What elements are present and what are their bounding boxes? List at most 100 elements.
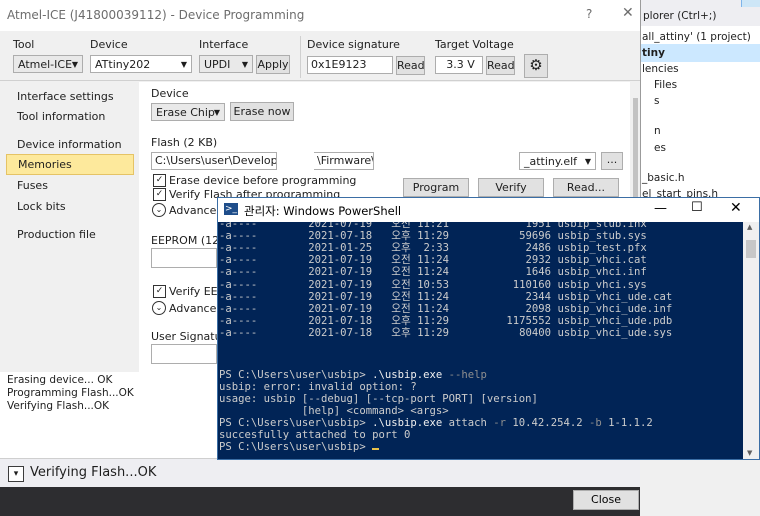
flash-path-field[interactable]: C:\Users\user\Develop\ [151,152,277,170]
command-ip: 10.42.254.2 [512,417,583,429]
entry-size: 59696 [455,230,558,243]
file-node[interactable]: _basic.h [642,172,685,184]
entry-size: 2486 [455,242,558,255]
tool-label: Tool [13,38,35,51]
entry-date: 2021-01-25 [308,242,392,255]
prompt: PS C:\Users\user\usbip> [219,417,373,429]
erase-mode-select[interactable]: Erase Chip ▼ [151,103,225,121]
powershell-window: >_ 관리자: Windows PowerShell — ☐ ✕ -a---- … [217,197,760,460]
minimize-icon[interactable]: — [654,201,667,216]
flash-path-field-mid[interactable]: \Firmware\ [314,152,374,170]
console-line: PS C:\Users\user\usbip> .\usbip.exe --he… [219,369,487,381]
gear-icon[interactable]: ⚙ [524,54,548,78]
command-exe: .\usbip.exe [372,417,443,429]
entry-mode: -a---- [219,278,309,291]
entry-mode: -a---- [219,230,309,243]
entry-size: 1646 [455,266,558,279]
tree-node[interactable]: n [654,125,661,137]
chevron-down-icon: ▼ [71,60,78,69]
files-node[interactable]: Files [654,79,677,91]
directory-entry: -a---- 2021-07-19 오전 11:24 1646 usbip_vh… [219,266,647,278]
device-signature-field[interactable]: 0x1E9123 [307,56,393,74]
verify-after-checkbox[interactable]: ✓ [153,188,166,201]
advanced-label[interactable]: Advanced [169,302,223,315]
console-scrollbar-thumb[interactable] [746,240,756,258]
device-group-label: Device [151,87,189,100]
status-bar: ▾ Verifying Flash...OK [0,458,640,489]
browse-button[interactable]: ... [601,152,623,170]
maximize-icon[interactable]: ☐ [691,200,703,215]
read-button[interactable]: Read... [553,178,619,197]
command-param: -b [582,417,609,429]
chevron-down-icon: ▼ [213,108,220,117]
sidebar-item-fuses[interactable]: Fuses [17,179,48,192]
command-param: -r [486,417,513,429]
close-icon[interactable]: ✕ [730,200,742,216]
advanced-label[interactable]: Advanced [169,204,223,217]
entry-mode: -a---- [219,302,309,315]
dialog-titlebar: Atmel-ICE (J41800039112) - Device Progra… [0,0,640,31]
target-voltage-field[interactable]: 3.3 V [435,56,483,74]
entry-name: usbip_vhci_ude.sys [557,326,673,339]
directory-entry: -a---- 2021-07-18 오후 11:29 59696 usbip_s… [219,230,647,242]
expand-advanced-icon[interactable]: ⌄ [152,301,166,315]
program-button[interactable]: Program [403,178,469,197]
sidebar-item-tool-information[interactable]: Tool information [17,110,105,123]
sidebar-nav: Interface settings Tool information Devi… [0,82,138,372]
command-args: --help [442,369,487,381]
entry-mode: -a---- [219,242,309,255]
scroll-up-icon[interactable]: ▲ [747,223,752,231]
sidebar-item-device-information[interactable]: Device information [17,138,122,151]
device-signature-label: Device signature [307,38,400,51]
entry-date: 2021-07-18 [308,230,392,243]
solution-explorer-toolbar-button[interactable] [741,0,760,7]
tree-node[interactable]: s [654,95,659,107]
user-signature-field[interactable] [151,344,217,364]
apply-button[interactable]: Apply [256,55,290,74]
sidebar-item-memories[interactable]: Memories [6,154,134,175]
entry-date: 2021-07-19 [308,290,392,303]
sidebar-item-lock-bits[interactable]: Lock bits [17,200,66,213]
close-button[interactable]: Close [573,490,639,510]
interface-select-value: UPDI [204,58,231,71]
close-icon[interactable]: ✕ [622,5,634,21]
eeprom-path-field[interactable] [151,248,217,268]
verify-button[interactable]: Verify [478,178,544,197]
interface-select[interactable]: UPDI ▼ [199,55,253,73]
entry-time: 2:33 [417,242,456,255]
verify-eeprom-checkbox[interactable]: ✓ [153,285,166,298]
sidebar-item-interface-settings[interactable]: Interface settings [17,90,114,103]
flash-file-select[interactable]: _attiny.elf ▼ [519,152,596,170]
solution-node[interactable]: all_attiny' (1 project) [642,31,751,43]
tree-node[interactable]: es [654,142,666,154]
console-line: usage: usbip [--debug] [--tcp-port PORT]… [219,393,538,405]
sidebar-item-production-file[interactable]: Production file [17,228,96,241]
device-select[interactable]: ATtiny202 ▼ [90,55,192,73]
erase-before-checkbox[interactable]: ✓ [153,174,166,187]
scroll-down-icon[interactable]: ▼ [747,449,752,457]
console-line: PS C:\Users\user\usbip> [219,441,380,453]
signature-read-button[interactable]: Read [396,56,425,75]
expand-advanced-icon[interactable]: ⌄ [152,203,166,217]
dialog-footer: Close [0,487,640,516]
entry-date: 2021-07-19 [308,222,392,230]
entry-ampm: 오후 [391,314,418,327]
erase-now-button[interactable]: Erase now [230,102,294,121]
voltage-read-button[interactable]: Read [486,56,515,75]
entry-size: 80400 [455,326,558,339]
entry-name: usbip_test.pfx [557,242,647,255]
flash-label: Flash (2 KB) [151,136,218,149]
entry-time: 11:29 [417,326,456,339]
project-node[interactable]: tiny [642,47,665,59]
powershell-console[interactable]: -a---- 2021-07-19 오전 11:21 1951 usbip_st… [218,222,743,459]
tool-select[interactable]: Atmel-ICE ▼ [13,55,83,73]
help-icon[interactable]: ? [586,7,592,21]
entry-time: 11:24 [417,302,456,315]
entry-name: usbip_vhci_ude.cat [557,290,673,303]
chevron-down-icon[interactable]: ▾ [8,466,24,482]
dependencies-node[interactable]: lencies [642,63,679,75]
solution-explorer-search[interactable]: plorer (Ctrl+;) [640,0,760,26]
entry-ampm: 오후 [391,230,418,243]
directory-entry: -a---- 2021-07-19 오전 11:24 2098 usbip_vh… [219,303,672,315]
log-line: Verifying Flash...OK [7,400,110,412]
